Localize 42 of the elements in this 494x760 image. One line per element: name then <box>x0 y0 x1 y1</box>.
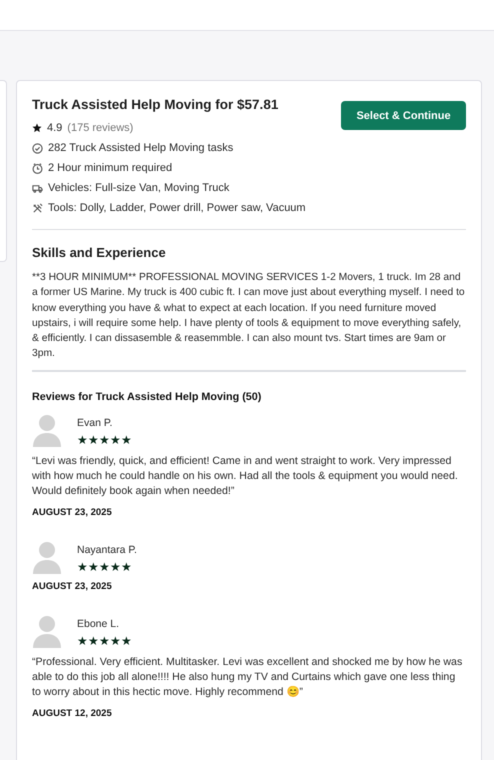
star-icon: ★ <box>88 634 99 647</box>
star-icon: ★ <box>121 434 132 446</box>
avatar-icon <box>32 614 62 649</box>
star-icon: ★ <box>88 434 99 446</box>
review-date: AUGUST 12, 2025 <box>32 708 113 719</box>
star-icon: ★ <box>99 634 110 647</box>
star-icon: ★ <box>99 560 110 573</box>
star-icon: ★ <box>99 434 110 446</box>
star-icon: ★ <box>77 560 88 573</box>
star-icon: ★ <box>110 560 121 573</box>
select-continue-button[interactable]: Select & Continue <box>341 101 466 130</box>
star-icon: ★ <box>121 560 132 573</box>
clock-icon <box>32 162 43 174</box>
section-heading: Skills and Experience <box>32 245 167 260</box>
star-icon: ★ <box>121 634 132 647</box>
review-text: “Levi was friendly, quick, and efficient! Came in and went straight to work. Very impressed with how much he could handle on his own. Had all the tools & equipment you would need. Would definitely book again when needed!” <box>32 454 459 499</box>
star-icon: ★ <box>110 634 121 647</box>
star-icon <box>32 123 42 133</box>
reviewer-name: Ebone L. <box>77 618 120 630</box>
reviews-count: (175 reviews) <box>67 122 134 134</box>
star-icon: ★ <box>110 434 121 446</box>
fact-text: Vehicles: Full-size Van, Moving Truck <box>48 182 230 194</box>
fact-text: 282 Truck Assisted Help Moving tasks <box>48 142 234 154</box>
fact-text: Tools: Dolly, Ladder, Power drill, Power saw, Vacuum <box>48 202 306 214</box>
review-text: “Professional. Very efficient. Multitasker. Levi was excellent and shocked me by how he was able to do this job all alone!!!! He also hung my TV and Curtains which gave one less thing to worry about in this hectic move. Highly recommend 😊” <box>32 654 464 700</box>
avatar-icon <box>32 412 62 448</box>
review-date: AUGUST 23, 2025 <box>32 506 113 518</box>
rating-value: 4.9 <box>47 122 62 134</box>
reviewer-name: Nayantara P. <box>77 544 137 556</box>
fact-text: 2 Hour minimum required <box>48 162 172 174</box>
star-icon: ★ <box>77 634 88 647</box>
reviewer-name: Evan P. <box>77 416 114 429</box>
avatar-icon <box>32 540 62 575</box>
reviews-heading: Reviews for Truck Assisted Help Moving (50) <box>32 390 262 403</box>
tools-icon <box>32 202 43 214</box>
star-icon: ★ <box>88 560 99 573</box>
star-icon: ★ <box>77 434 88 446</box>
review-date: AUGUST 23, 2025 <box>32 580 113 592</box>
service-title: Truck Assisted Help Moving for $57.81 <box>32 97 280 112</box>
skills-paragraph: **3 HOUR MINIMUM** PROFESSIONAL MOVING SERVICES 1-2 Movers, 1 truck. Im 28 and a former US Marine. My truck is 400 cubic ft. I can move just about everything myself. I need to know everything you have & what to expect at each location. If you need furniture moved upstairs, i will require some help. I have plenty of tools & equipment to move everything safely, & efficiently. I can dissasemble & reasemmble. I can also mount tvs. Start times are 9am or 3pm. <box>32 271 466 362</box>
check-circle-icon <box>32 142 43 154</box>
truck-icon <box>32 182 43 194</box>
